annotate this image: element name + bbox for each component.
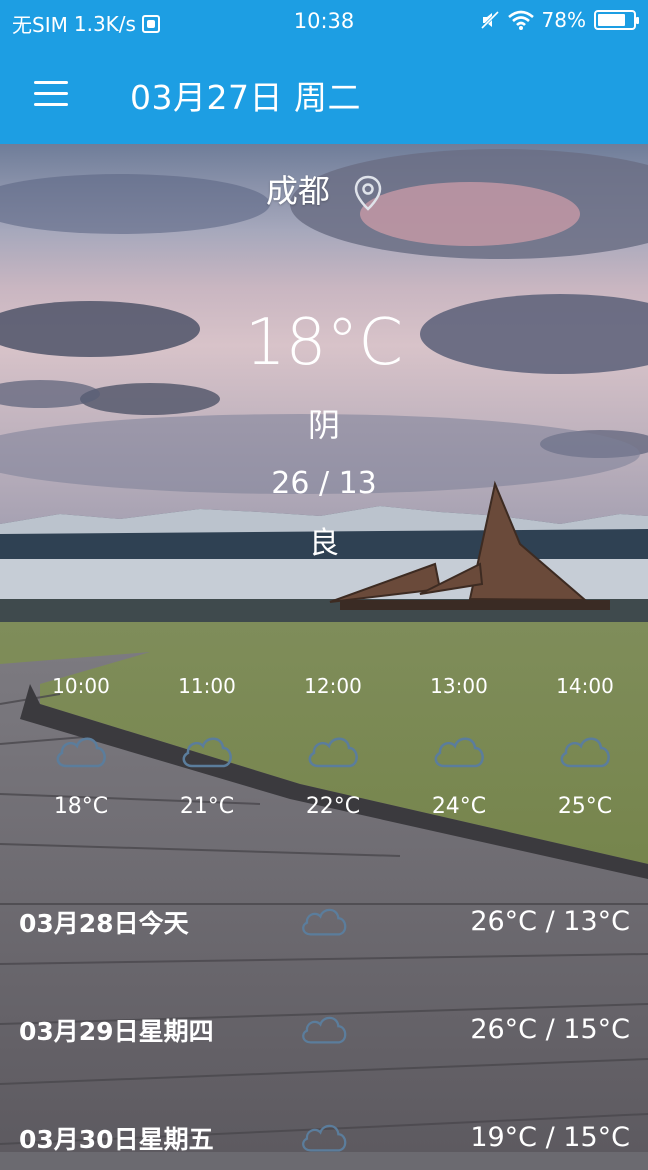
current-temperature: 18°C [244, 306, 404, 380]
status-bar: 无SIM 1.3K/s 10:38 78% [0, 0, 648, 43]
hour-temperature: 22°C [305, 794, 361, 819]
hour-time: 10:00 [52, 674, 110, 698]
daily-temperature-range: 26°C / 13°C [470, 906, 630, 937]
wifi-icon [507, 10, 534, 30]
cloud-icon [308, 737, 358, 768]
hour-temperature: 21°C [179, 794, 235, 819]
temperature-range: 26 / 13 [271, 466, 377, 501]
city-row[interactable]: 成都 [0, 166, 648, 212]
daily-temperature-range: 19°C / 15°C [470, 1122, 630, 1153]
hourly-item: 14:00 25°C [522, 674, 648, 819]
hourly-item: 12:00 22°C [270, 674, 396, 819]
cloud-icon [56, 737, 106, 768]
hour-time: 11:00 [178, 674, 236, 698]
hour-temperature: 25°C [557, 794, 613, 819]
cloud-icon [560, 737, 610, 768]
hour-temperature: 18°C [53, 794, 109, 819]
app-bar: 03月27日 周二 [0, 43, 648, 144]
daily-date: 03月28日今天 [19, 909, 189, 938]
hour-time: 12:00 [304, 674, 362, 698]
cloud-icon [302, 908, 347, 936]
daily-forecast-row[interactable]: 03月28日今天 26°C / 13°C [0, 894, 648, 954]
daily-forecast-row[interactable]: 03月29日星期四 26°C / 15°C [0, 1002, 648, 1062]
cloud-icon [182, 737, 232, 768]
weather-content: 成都 18°C 阴 26 / 13 良 10:00 18°C 11:00 21°… [0, 144, 648, 1154]
battery-icon [594, 10, 639, 30]
battery-fill [598, 14, 625, 26]
battery-percent: 78% [541, 8, 586, 32]
hourly-item: 13:00 24°C [396, 674, 522, 819]
daily-date: 03月30日星期五 [19, 1125, 214, 1154]
hour-temperature: 24°C [431, 794, 487, 819]
menu-icon[interactable] [34, 81, 68, 107]
date-title: 03月27日 周二 [130, 78, 361, 117]
hourly-item: 11:00 21°C [144, 674, 270, 819]
cloud-icon [302, 1124, 347, 1152]
cloud-icon [434, 737, 484, 768]
hour-time: 13:00 [430, 674, 488, 698]
air-quality: 良 [309, 526, 339, 561]
daily-temperature-range: 26°C / 15°C [470, 1014, 630, 1045]
cloud-icon [302, 1016, 347, 1044]
current-condition: 阴 [307, 406, 340, 444]
hour-time: 14:00 [556, 674, 614, 698]
hourly-item: 10:00 18°C [18, 674, 144, 819]
mute-icon [480, 10, 499, 30]
daily-date: 03月29日星期四 [19, 1017, 214, 1046]
location-pin-icon[interactable] [354, 175, 382, 211]
daily-forecast-row[interactable]: 03月30日星期五 19°C / 15°C [0, 1110, 648, 1170]
city-name: 成都 [265, 172, 330, 210]
